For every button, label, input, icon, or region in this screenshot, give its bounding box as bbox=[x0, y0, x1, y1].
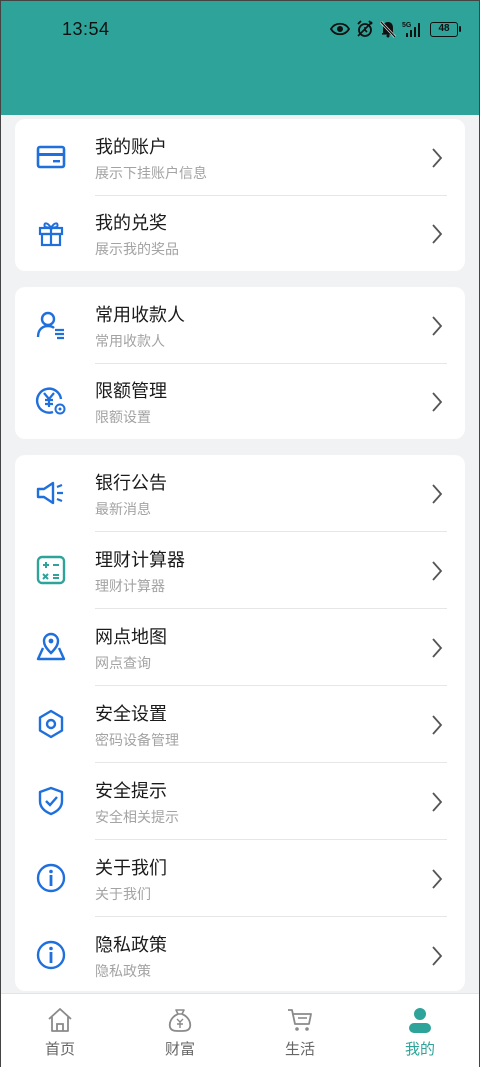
payee-icon bbox=[35, 309, 67, 341]
menu-item-privacy-policy[interactable]: 隐私政策 隐私政策 bbox=[15, 917, 465, 993]
chevron-right-icon bbox=[431, 560, 443, 582]
menu-item-subtitle: 限额设置 bbox=[95, 410, 151, 426]
menu-item-subtitle: 密码设备管理 bbox=[95, 733, 179, 749]
limit-yen-icon bbox=[35, 385, 67, 417]
status-time: 13:54 bbox=[62, 19, 110, 39]
svg-text:5G: 5G bbox=[402, 22, 412, 29]
bottom-tab-bar: 首页 财富 生活 我的 bbox=[0, 993, 480, 1067]
menu-item-subtitle: 理财计算器 bbox=[95, 579, 165, 595]
hexagon-settings-icon bbox=[35, 708, 67, 740]
menu-item-subtitle: 最新消息 bbox=[95, 502, 151, 518]
tab-label: 财富 bbox=[164, 1040, 195, 1058]
chevron-right-icon bbox=[431, 637, 443, 659]
menu-item-subtitle: 安全相关提示 bbox=[95, 810, 179, 826]
tab-wealth[interactable]: 财富 bbox=[120, 994, 240, 1067]
menu-item-limit-management[interactable]: 限额管理 限额设置 bbox=[15, 363, 465, 439]
menu-item-subtitle: 展示我的奖品 bbox=[95, 242, 179, 258]
menu-item-subtitle: 常用收款人 bbox=[95, 334, 165, 350]
menu-item-branch-map[interactable]: 网点地图 网点查询 bbox=[15, 609, 465, 685]
chevron-right-icon bbox=[431, 868, 443, 890]
tab-life[interactable]: 生活 bbox=[240, 994, 360, 1067]
menu-item-title: 安全提示 bbox=[95, 781, 167, 802]
menu-item-about-us[interactable]: 关于我们 关于我们 bbox=[15, 840, 465, 916]
chevron-right-icon bbox=[431, 147, 443, 169]
menu-item-title: 银行公告 bbox=[95, 473, 167, 494]
chevron-right-icon bbox=[431, 483, 443, 505]
menu-item-title: 网点地图 bbox=[95, 627, 167, 648]
calculator-icon bbox=[35, 554, 67, 586]
menu-item-title: 我的账户 bbox=[95, 137, 167, 158]
card-services: 银行公告 最新消息 理财计算器 理财计算器 网点地图 网点查询 安全设置 密码设… bbox=[15, 455, 465, 991]
gift-icon bbox=[35, 217, 67, 249]
info-icon bbox=[35, 862, 67, 894]
tab-mine[interactable]: 我的 bbox=[360, 994, 480, 1067]
chevron-right-icon bbox=[431, 223, 443, 245]
menu-item-title: 限额管理 bbox=[95, 381, 167, 402]
eye-icon bbox=[330, 22, 350, 36]
menu-item-title: 常用收款人 bbox=[95, 305, 185, 326]
menu-item-title: 理财计算器 bbox=[95, 550, 185, 571]
money-bag-icon bbox=[166, 1006, 194, 1034]
info-icon bbox=[35, 939, 67, 971]
status-icons: 5G 48 bbox=[330, 18, 461, 40]
map-pin-icon bbox=[35, 631, 67, 663]
tab-label: 生活 bbox=[284, 1040, 315, 1058]
tab-label: 首页 bbox=[44, 1040, 75, 1058]
card-account: 我的账户 展示下挂账户信息 我的兑奖 展示我的奖品 bbox=[15, 119, 465, 271]
menu-item-security-tips[interactable]: 安全提示 安全相关提示 bbox=[15, 763, 465, 839]
tab-home[interactable]: 首页 bbox=[0, 994, 120, 1067]
menu-item-bank-notice[interactable]: 银行公告 最新消息 bbox=[15, 455, 465, 531]
menu-item-title: 我的兑奖 bbox=[95, 213, 167, 234]
megaphone-icon bbox=[35, 477, 67, 509]
menu-item-subtitle: 隐私政策 bbox=[95, 964, 151, 980]
menu-item-subtitle: 展示下挂账户信息 bbox=[95, 166, 207, 182]
shield-check-icon bbox=[35, 785, 67, 817]
menu-item-subtitle: 网点查询 bbox=[95, 656, 151, 672]
chevron-right-icon bbox=[431, 315, 443, 337]
status-bar: 13:54 5G 48 bbox=[0, 0, 480, 60]
card-icon bbox=[35, 141, 67, 173]
card-payments: 常用收款人 常用收款人 限额管理 限额设置 bbox=[15, 287, 465, 439]
home-icon bbox=[46, 1006, 74, 1034]
menu-item-title: 隐私政策 bbox=[95, 935, 167, 956]
cart-icon bbox=[286, 1006, 314, 1034]
menu-item-title: 关于我们 bbox=[95, 858, 167, 879]
battery-icon: 48 bbox=[430, 21, 461, 37]
menu-item-my-account[interactable]: 我的账户 展示下挂账户信息 bbox=[15, 119, 465, 195]
tab-label: 我的 bbox=[404, 1040, 435, 1058]
chevron-right-icon bbox=[431, 714, 443, 736]
menu-item-title: 安全设置 bbox=[95, 704, 167, 725]
menu-item-calculator[interactable]: 理财计算器 理财计算器 bbox=[15, 532, 465, 608]
menu-item-my-prizes[interactable]: 我的兑奖 展示我的奖品 bbox=[15, 195, 465, 271]
chevron-right-icon bbox=[431, 391, 443, 413]
menu-item-security-settings[interactable]: 安全设置 密码设备管理 bbox=[15, 686, 465, 762]
chevron-right-icon bbox=[431, 945, 443, 967]
menu-item-subtitle: 关于我们 bbox=[95, 887, 151, 903]
menu-item-frequent-payees[interactable]: 常用收款人 常用收款人 bbox=[15, 287, 465, 363]
chevron-right-icon bbox=[431, 791, 443, 813]
signal-5g-icon: 5G bbox=[402, 20, 424, 38]
alarm-icon bbox=[356, 20, 374, 38]
mute-bell-icon bbox=[380, 20, 396, 38]
user-icon bbox=[406, 1006, 434, 1034]
